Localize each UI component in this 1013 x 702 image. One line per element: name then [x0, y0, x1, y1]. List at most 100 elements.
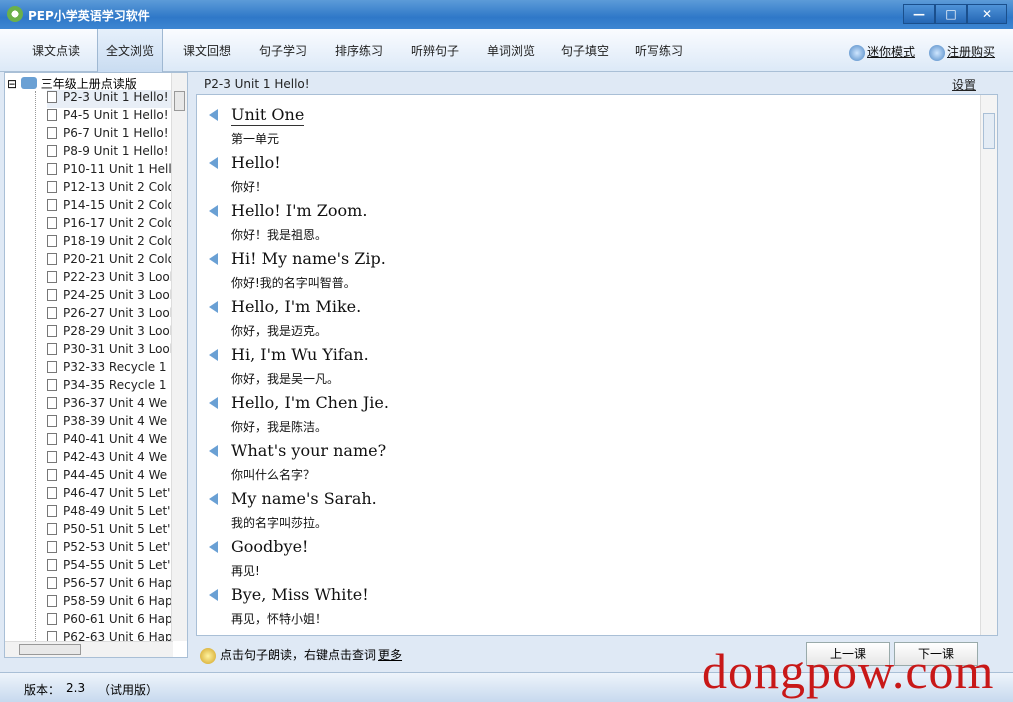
tree-item[interactable]: P42-43 Unit 4 We — [47, 450, 173, 468]
speaker-icon[interactable] — [209, 253, 218, 265]
tree-item[interactable]: P36-37 Unit 4 We — [47, 396, 173, 414]
sentence-english[interactable]: Hi, I'm Wu Yifan. — [231, 345, 369, 364]
tab-0[interactable]: 课文点读 — [18, 29, 94, 72]
tree-item-label: P42-43 Unit 4 We — [63, 450, 168, 464]
tab-1[interactable]: 全文浏览 — [97, 29, 163, 72]
tree-item[interactable]: P44-45 Unit 4 We — [47, 468, 173, 486]
speaker-icon[interactable] — [209, 493, 218, 505]
document-icon — [47, 559, 57, 571]
tree-item-label: P60-61 Unit 6 Hap — [63, 612, 173, 626]
tree-vscroll-thumb[interactable] — [174, 91, 185, 111]
content-scroll-thumb[interactable] — [983, 113, 995, 149]
tree-item[interactable]: P56-57 Unit 6 Hap — [47, 576, 173, 594]
tree-item[interactable]: P28-29 Unit 3 Look — [47, 324, 173, 342]
speaker-icon[interactable] — [209, 301, 218, 313]
speaker-icon[interactable] — [209, 349, 218, 361]
tree-item[interactable]: P26-27 Unit 3 Look — [47, 306, 173, 324]
tab-2[interactable]: 课文回想 — [170, 29, 244, 72]
speaker-icon[interactable] — [209, 589, 218, 601]
document-icon — [47, 253, 57, 265]
tree-item[interactable]: P16-17 Unit 2 Colours — [47, 216, 173, 234]
tree-root[interactable]: ⊟ 三年级上册点读版 — [7, 75, 137, 91]
sentence-english[interactable]: Hello, I'm Chen Jie. — [231, 393, 389, 412]
tree-item-label: P10-11 Unit 1 Hello! — [63, 162, 173, 176]
sentence-english[interactable]: Hello! — [231, 153, 281, 172]
tree-item[interactable]: P60-61 Unit 6 Hap — [47, 612, 173, 630]
speaker-icon[interactable] — [209, 109, 218, 121]
document-icon — [47, 505, 57, 517]
sentence-english[interactable]: Unit One — [231, 105, 305, 126]
tab-6[interactable]: 单词浏览 — [474, 29, 548, 72]
document-icon — [47, 307, 57, 319]
sentence-chinese: 再见! — [231, 564, 260, 578]
settings-link[interactable]: 设置 — [952, 76, 976, 93]
tree-item[interactable]: P34-35 Recycle 1 — [47, 378, 173, 396]
tree-item[interactable]: P14-15 Unit 2 Colours — [47, 198, 173, 216]
register-link[interactable]: 注册购买 — [929, 43, 995, 61]
speaker-icon[interactable] — [209, 157, 218, 169]
tab-7[interactable]: 句子填空 — [548, 29, 622, 72]
tree-item[interactable]: P8-9 Unit 1 Hello! — [47, 144, 173, 162]
document-icon — [47, 379, 57, 391]
sentence-english[interactable]: Hello, I'm Mike. — [231, 297, 361, 316]
tree-item[interactable]: P48-49 Unit 5 Let's — [47, 504, 173, 522]
tree-item[interactable]: P40-41 Unit 4 We — [47, 432, 173, 450]
tree-item[interactable]: P18-19 Unit 2 Colours — [47, 234, 173, 252]
tree-item[interactable]: P54-55 Unit 5 Let's — [47, 558, 173, 576]
close-button[interactable]: ✕ — [967, 4, 1007, 24]
tree-item[interactable]: P58-59 Unit 6 Hap — [47, 594, 173, 612]
tree-item-label: P24-25 Unit 3 Look — [63, 288, 173, 302]
mini-mode-link[interactable]: 迷你模式 — [849, 43, 915, 61]
tree-item[interactable]: P32-33 Recycle 1 — [47, 360, 173, 378]
tab-8[interactable]: 听写练习 — [622, 29, 696, 72]
tree-item[interactable]: P52-53 Unit 5 Let's — [47, 540, 173, 558]
tree-item[interactable]: P10-11 Unit 1 Hello! — [47, 162, 173, 180]
register-icon — [929, 44, 945, 61]
speaker-icon[interactable] — [209, 445, 218, 457]
speaker-icon[interactable] — [209, 397, 218, 409]
sentence-english[interactable]: What's your name? — [231, 441, 386, 460]
content-scrollbar[interactable] — [980, 95, 997, 635]
tree-item[interactable]: P2-3 Unit 1 Hello! — [47, 90, 173, 108]
tree-item[interactable]: P6-7 Unit 1 Hello! — [47, 126, 173, 144]
tab-5[interactable]: 听辨句子 — [398, 29, 472, 72]
tree-item[interactable]: P38-39 Unit 4 We — [47, 414, 173, 432]
sentence-english[interactable]: Bye, Miss White! — [231, 585, 369, 604]
tree-item[interactable]: P30-31 Unit 3 Look — [47, 342, 173, 360]
tree-item-label: P30-31 Unit 3 Look — [63, 342, 173, 356]
tree-item[interactable]: P24-25 Unit 3 Look — [47, 288, 173, 306]
tree-item-label: P26-27 Unit 3 Look — [63, 306, 173, 320]
sentence-english[interactable]: Hi! My name's Zip. — [231, 249, 386, 268]
tree-item-label: P16-17 Unit 2 Colours — [63, 216, 173, 230]
document-icon — [47, 577, 57, 589]
tree-item-label: P12-13 Unit 2 Colours — [63, 180, 173, 194]
maximize-button[interactable]: □ — [935, 4, 967, 24]
tree-item[interactable]: P12-13 Unit 2 Colours — [47, 180, 173, 198]
minimize-button[interactable]: — — [903, 4, 935, 24]
tree-item[interactable]: P22-23 Unit 3 Look — [47, 270, 173, 288]
tab-4[interactable]: 排序练习 — [322, 29, 396, 72]
sentence-english[interactable]: My name's Sarah. — [231, 489, 377, 508]
tree-vertical-scrollbar[interactable] — [171, 73, 187, 641]
tree-item[interactable]: P20-21 Unit 2 Colours — [47, 252, 173, 270]
tree-item[interactable]: P50-51 Unit 5 Let's — [47, 522, 173, 540]
tree-item[interactable]: P46-47 Unit 5 Let's — [47, 486, 173, 504]
speaker-icon[interactable] — [209, 541, 218, 553]
tree-horizontal-scrollbar[interactable] — [5, 641, 173, 657]
version-label: 版本： — [24, 683, 61, 697]
tree-item[interactable]: P4-5 Unit 1 Hello! — [47, 108, 173, 126]
document-icon — [47, 397, 57, 409]
document-icon — [47, 613, 57, 625]
tree-item-label: P8-9 Unit 1 Hello! — [63, 144, 169, 158]
window-title: PEP小学英语学习软件 — [28, 9, 150, 23]
speaker-icon[interactable] — [209, 205, 218, 217]
document-icon — [47, 91, 57, 103]
tree-hscroll-thumb[interactable] — [19, 644, 81, 655]
document-icon — [47, 415, 57, 427]
tab-3[interactable]: 句子学习 — [246, 29, 320, 72]
sentence-english[interactable]: Goodbye! — [231, 537, 308, 556]
more-link[interactable]: 更多 — [378, 648, 402, 662]
tree-item-label: P14-15 Unit 2 Colours — [63, 198, 173, 212]
document-icon — [47, 595, 57, 607]
sentence-english[interactable]: Hello! I'm Zoom. — [231, 201, 367, 220]
